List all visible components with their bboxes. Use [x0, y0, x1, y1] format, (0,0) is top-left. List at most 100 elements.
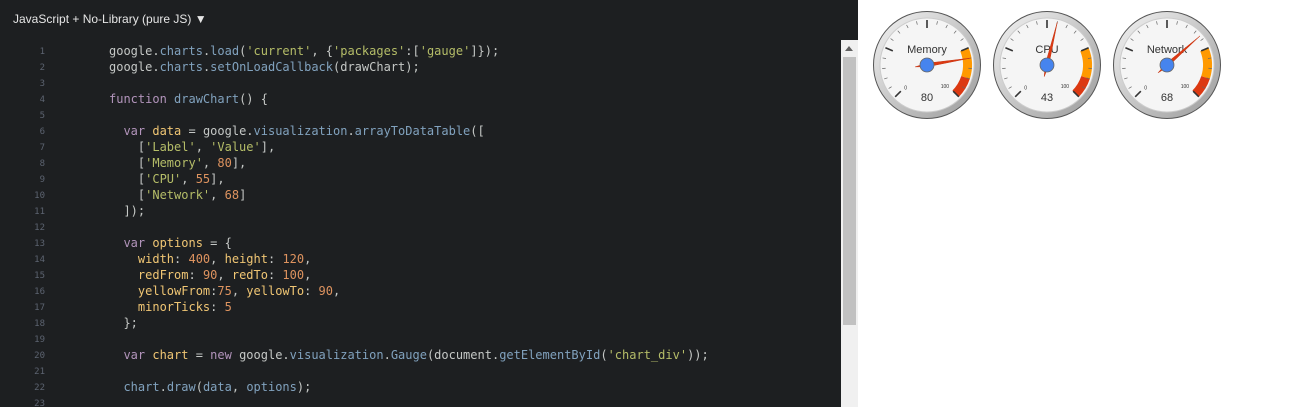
code-token: redFrom	[137, 268, 189, 282]
code-token: Gauge	[390, 348, 427, 362]
code-line[interactable]: 12	[0, 219, 840, 235]
code-line[interactable]: 14 width: 400, height: 120,	[0, 251, 840, 267]
code-line[interactable]: 23	[0, 395, 840, 407]
code-token: :	[304, 284, 319, 298]
code-token: 90	[318, 284, 333, 298]
code-token: 'CPU'	[145, 172, 182, 186]
gauge-svg: 0 100 CPU 43	[993, 11, 1101, 119]
code-token: ],	[260, 140, 276, 154]
code-token: 'packages'	[333, 44, 406, 58]
code-line[interactable]: 17 minorTicks: 5	[0, 299, 840, 315]
code-line[interactable]: 8 ['Memory', 80],	[0, 155, 840, 171]
code-token: ,	[304, 268, 312, 282]
language-select[interactable]: JavaScript + No-Library (pure JS) ▼	[13, 12, 207, 26]
code-line[interactable]: 18 };	[0, 315, 840, 331]
code-text: var data = google.visualization.arrayToD…	[109, 123, 485, 139]
code-line[interactable]: 19	[0, 331, 840, 347]
code-token: minorTicks	[137, 300, 211, 314]
scale-min-label: 0	[1024, 85, 1027, 91]
scroll-up-arrow-icon[interactable]	[841, 40, 858, 56]
code-text: yellowFrom:75, yellowTo: 90,	[109, 283, 340, 299]
line-number: 4	[39, 95, 45, 105]
gauge-network: 0 100 Network 68	[1112, 10, 1222, 120]
scrollbar-thumb[interactable]	[843, 57, 856, 325]
code-line[interactable]: 3	[0, 75, 840, 91]
code-text: minorTicks: 5	[109, 299, 232, 315]
code-token: draw	[166, 380, 196, 394]
code-line[interactable]: 9 ['CPU', 55],	[0, 171, 840, 187]
code-text: google.charts.setOnLoadCallback(drawChar…	[109, 59, 420, 75]
gauge-cpu: 0 100 CPU 43	[992, 10, 1102, 120]
code-token: data	[202, 380, 232, 394]
code-line[interactable]: 15 redFrom: 90, redTo: 100,	[0, 267, 840, 283]
code-token: .	[159, 380, 167, 394]
code-token: () {	[239, 92, 268, 106]
code-line[interactable]: 20 var chart = new google.visualization.…	[0, 347, 840, 363]
code-token: :[	[405, 44, 420, 58]
code-token: new	[210, 348, 240, 362]
code-token: getElementById	[499, 348, 601, 362]
code-token: .	[383, 348, 391, 362]
code-token: 90	[202, 268, 218, 282]
code-token: 55	[195, 172, 211, 186]
code-token: var	[123, 348, 153, 362]
line-number: 23	[34, 399, 45, 407]
line-number: 22	[34, 383, 45, 393]
gauge-svg: 0 100 Memory 80	[873, 11, 981, 119]
code-line[interactable]: 7 ['Label', 'Value'],	[0, 139, 840, 155]
code-token: [	[109, 172, 146, 186]
code-token: ,	[210, 188, 225, 202]
code-line[interactable]: 1 google.charts.load('current', {'package…	[0, 43, 840, 59]
gauge-label: Network	[1147, 44, 1188, 56]
code-line[interactable]: 2 google.charts.setOnLoadCallback(drawCha…	[0, 59, 840, 75]
line-number: 1	[39, 47, 45, 57]
code-area[interactable]: 1 google.charts.load('current', {'package…	[0, 40, 840, 407]
code-token: load	[210, 44, 240, 58]
line-number: 7	[39, 143, 45, 153]
code-line[interactable]: 11 ]);	[0, 203, 840, 219]
code-line[interactable]: 21	[0, 363, 840, 379]
code-line[interactable]: 6 var data = google.visualization.arrayT…	[0, 123, 840, 139]
code-token: :	[210, 300, 225, 314]
code-token: drawChart	[174, 92, 240, 106]
code-token: setOnLoadCallback	[210, 60, 333, 74]
gauge-value: 43	[1041, 92, 1053, 104]
code-token: 68	[224, 188, 240, 202]
line-number: 6	[39, 127, 45, 137]
gauge-memory: 0 100 Memory 80	[872, 10, 982, 120]
code-line[interactable]: 5	[0, 107, 840, 123]
code-token: , {	[311, 44, 334, 58]
code-token: height	[224, 252, 268, 266]
code-token: visualization	[289, 348, 384, 362]
code-token: yellowTo	[246, 284, 305, 298]
code-line[interactable]: 22 chart.draw(data, options);	[0, 379, 840, 395]
code-token: ,	[181, 172, 196, 186]
language-bar: JavaScript + No-Library (pure JS) ▼	[0, 0, 858, 38]
code-token: 'Value'	[210, 140, 261, 154]
code-line[interactable]: 16 yellowFrom:75, yellowTo: 90,	[0, 283, 840, 299]
code-token: = google.	[181, 124, 254, 138]
code-token: 80	[217, 156, 232, 170]
code-token: ,	[217, 268, 232, 282]
code-token: data	[152, 124, 182, 138]
gauge-hub	[919, 57, 935, 73]
code-token: 'current'	[246, 44, 312, 58]
code-line[interactable]: 4 function drawChart() {	[0, 91, 840, 107]
code-token: ([	[470, 124, 485, 138]
code-token: 'Memory'	[145, 156, 203, 170]
code-text: var options = {	[109, 235, 231, 251]
preview-panel: 0 100 Memory 80 0 100 CPU 43 0 100 Network 68	[858, 0, 1307, 407]
line-number: 11	[34, 207, 45, 217]
editor-scrollbar[interactable]	[841, 40, 858, 407]
code-line[interactable]: 10 ['Network', 68]	[0, 187, 840, 203]
code-token: function	[109, 92, 175, 106]
gauge-hub	[1159, 57, 1175, 73]
code-token: charts	[159, 60, 203, 74]
code-line[interactable]: 13 var options = {	[0, 235, 840, 251]
code-token: arrayToDataTable	[354, 124, 471, 138]
gauge-value: 80	[921, 92, 933, 104]
line-number: 17	[34, 303, 45, 313]
code-text: ['Memory', 80],	[109, 155, 246, 171]
